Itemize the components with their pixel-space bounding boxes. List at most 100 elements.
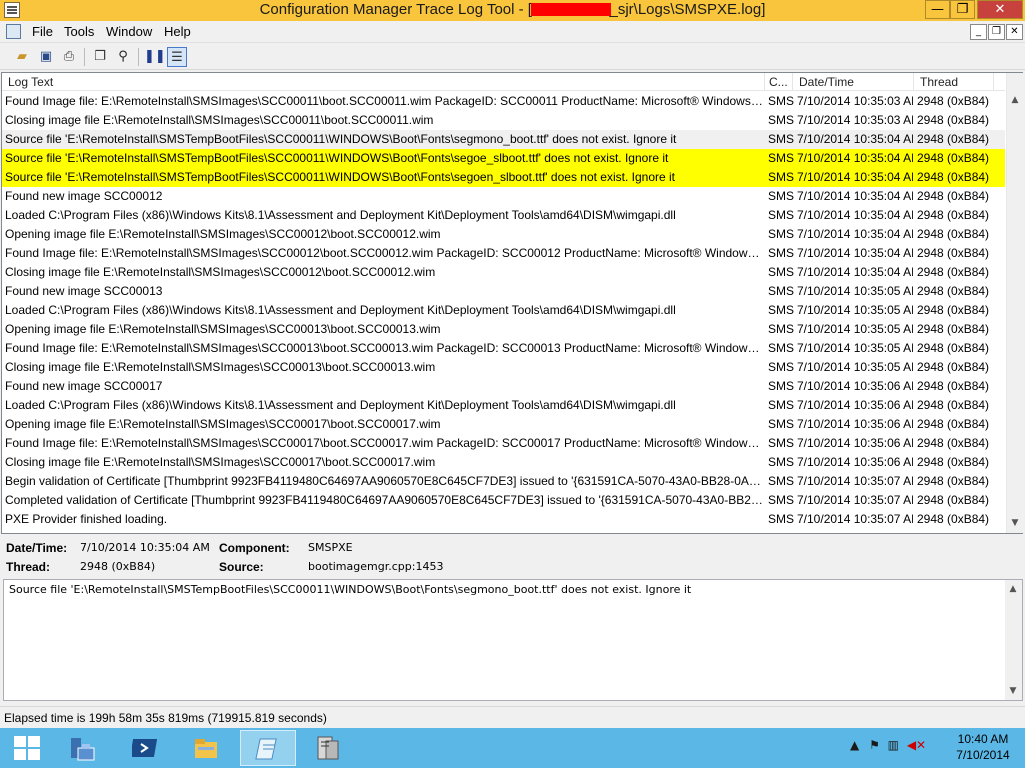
toolbar: ▰ ▣ ⎙ ❐ ⚲ ❚❚ ☰ (0, 44, 1025, 70)
log-row[interactable]: Closing image file E:\RemoteInstall\SMSI… (2, 453, 1005, 472)
log-row[interactable]: Opening image file E:\RemoteInstall\SMSI… (2, 320, 1005, 339)
thread-label: Thread: (6, 560, 51, 574)
log-text-cell: Opening image file E:\RemoteInstall\SMSI… (5, 322, 441, 336)
menu-tools[interactable]: Tools (64, 24, 94, 39)
clock-time: 10:40 AM (957, 732, 1009, 746)
clock[interactable]: 10:40 AM 7/10/2014 (948, 731, 1018, 763)
component-cell: SMS (768, 151, 794, 165)
taskbar-powershell[interactable] (118, 730, 174, 766)
copy-icon[interactable]: ❐ (90, 47, 110, 67)
start-button[interactable] (4, 730, 60, 766)
network-icon[interactable]: ▥ (888, 738, 899, 752)
message-scrollbar[interactable]: ▲ ▼ (1005, 580, 1022, 700)
log-row[interactable]: Found new image SCC00012 SMS 7/10/2014 10:… (2, 187, 1005, 206)
open-remote-icon[interactable]: ▣ (36, 47, 56, 67)
thread-cell: 2948 (0xB84) (917, 132, 990, 146)
component-cell: SMS (768, 398, 794, 412)
log-text-cell: Found Image file: E:\RemoteInstall\SMSIm… (5, 246, 763, 260)
log-row[interactable]: Loaded C:\Program Files (x86)\Windows Ki… (2, 206, 1005, 225)
trace-log-window: Configuration Manager Trace Log Tool - [… (0, 0, 1025, 728)
log-row[interactable]: Found Image file: E:\RemoteInstall\SMSIm… (2, 339, 1005, 358)
datetime-cell: 7/10/2014 10:35:04 AM (797, 208, 913, 222)
taskbar-file-explorer[interactable] (178, 730, 234, 766)
tray-expand-icon[interactable]: ▲ (850, 738, 859, 752)
taskbar-trace-log-tool[interactable] (300, 730, 356, 766)
list-header: Log Text C... Date/Time Thread (2, 73, 1005, 91)
thread-cell: 2948 (0xB84) (917, 379, 990, 393)
clock-date: 7/10/2014 (956, 748, 1010, 762)
maximize-button[interactable]: ❐ (950, 0, 975, 19)
thread-cell: 2948 (0xB84) (917, 227, 990, 241)
column-datetime[interactable]: Date/Time (793, 73, 914, 91)
log-row[interactable]: Closing image file E:\RemoteInstall\SMSI… (2, 111, 1005, 130)
flag-icon[interactable]: ⚑ (869, 738, 880, 752)
volume-icon[interactable]: ◀✕ (907, 738, 926, 752)
component-cell: SMS (768, 474, 794, 488)
message-box[interactable]: Source file 'E:\RemoteInstall\SMSTempBoo… (3, 579, 1023, 701)
source-value: bootimagemgr.cpp:1453 (308, 560, 444, 573)
thread-cell: 2948 (0xB84) (917, 455, 990, 469)
component-value: SMSPXE (308, 541, 353, 554)
log-row[interactable]: Opening image file E:\RemoteInstall\SMSI… (2, 415, 1005, 434)
log-row[interactable]: Found Image file: E:\RemoteInstall\SMSIm… (2, 434, 1005, 453)
close-button[interactable]: ✕ (977, 0, 1023, 19)
menu-window[interactable]: Window (106, 24, 152, 39)
menu-file[interactable]: File (32, 24, 53, 39)
log-row[interactable]: Closing image file E:\RemoteInstall\SMSI… (2, 263, 1005, 282)
open-folder-icon[interactable]: ▰ (12, 47, 32, 67)
log-row[interactable]: Source file 'E:\RemoteInstall\SMSTempBoo… (2, 130, 1005, 149)
thread-cell: 2948 (0xB84) (917, 341, 990, 355)
scroll-down-arrow[interactable]: ▼ (1005, 683, 1021, 700)
thread-cell: 2948 (0xB84) (917, 189, 990, 203)
minimize-button[interactable]: — (925, 0, 950, 19)
log-row[interactable]: Found new image SCC00013 SMS 7/10/2014 10:… (2, 282, 1005, 301)
log-text-cell: Closing image file E:\RemoteInstall\SMSI… (5, 360, 436, 374)
title-bar[interactable]: Configuration Manager Trace Log Tool - [… (0, 0, 1025, 21)
column-component[interactable]: C... (765, 73, 793, 91)
component-cell: SMS (768, 113, 794, 127)
component-cell: SMS (768, 303, 794, 317)
pause-icon[interactable]: ❚❚ (144, 47, 166, 67)
thread-cell: 2948 (0xB84) (917, 170, 990, 184)
column-thread[interactable]: Thread (914, 73, 994, 91)
log-list[interactable]: Log Text C... Date/Time Thread Found Ima… (1, 72, 1023, 534)
toolbar-separator (84, 48, 85, 66)
mdi-close-button[interactable]: ✕ (1006, 24, 1023, 40)
component-cell: SMS (768, 170, 794, 184)
scroll-up-arrow[interactable]: ▲ (1005, 581, 1021, 598)
menu-help[interactable]: Help (164, 24, 191, 39)
column-log-text[interactable]: Log Text (2, 73, 765, 91)
log-row[interactable]: Closing image file E:\RemoteInstall\SMSI… (2, 358, 1005, 377)
elapsed-time: Elapsed time is 199h 58m 35s 819ms (7199… (4, 711, 327, 725)
vertical-scrollbar[interactable]: ▲ ▼ (1006, 73, 1023, 533)
log-row[interactable]: PXE Provider finished loading. SMS 7/10/20… (2, 510, 1005, 529)
log-row[interactable]: Source file 'E:\RemoteInstall\SMSTempBoo… (2, 149, 1005, 168)
thread-cell: 2948 (0xB84) (917, 322, 990, 336)
datetime-cell: 7/10/2014 10:35:04 AM (797, 227, 913, 241)
log-row[interactable]: Loaded C:\Program Files (x86)\Windows Ki… (2, 396, 1005, 415)
mdi-restore-button[interactable]: ❐ (988, 24, 1005, 40)
log-row[interactable]: Completed validation of Certificate [Thu… (2, 491, 1005, 510)
thread-cell: 2948 (0xB84) (917, 113, 990, 127)
redaction-mark (531, 3, 611, 16)
taskbar-server-manager[interactable] (54, 730, 110, 766)
datetime-cell: 7/10/2014 10:35:05 AM (797, 284, 913, 298)
taskbar-notepad[interactable] (240, 730, 296, 766)
log-row[interactable]: Found Image file: E:\RemoteInstall\SMSIm… (2, 92, 1005, 111)
document-icon[interactable] (6, 24, 21, 39)
find-icon[interactable]: ⚲ (113, 47, 133, 67)
filter-icon[interactable]: ☰ (167, 47, 187, 67)
scroll-down-arrow[interactable]: ▼ (1007, 515, 1023, 532)
log-row[interactable]: Source file 'E:\RemoteInstall\SMSTempBoo… (2, 168, 1005, 187)
print-icon[interactable]: ⎙ (59, 47, 79, 67)
thread-cell: 2948 (0xB84) (917, 398, 990, 412)
log-row[interactable]: Found Image file: E:\RemoteInstall\SMSIm… (2, 244, 1005, 263)
log-row[interactable]: Opening image file E:\RemoteInstall\SMSI… (2, 225, 1005, 244)
message-text: Source file 'E:\RemoteInstall\SMSTempBoo… (9, 583, 692, 596)
log-row[interactable]: Found new image SCC00017 SMS 7/10/2014 10:… (2, 377, 1005, 396)
scroll-up-arrow[interactable]: ▲ (1007, 92, 1023, 109)
log-row[interactable]: Begin validation of Certificate [Thumbpr… (2, 472, 1005, 491)
mdi-minimize-button[interactable]: _ (970, 24, 987, 40)
thread-cell: 2948 (0xB84) (917, 246, 990, 260)
log-row[interactable]: Loaded C:\Program Files (x86)\Windows Ki… (2, 301, 1005, 320)
